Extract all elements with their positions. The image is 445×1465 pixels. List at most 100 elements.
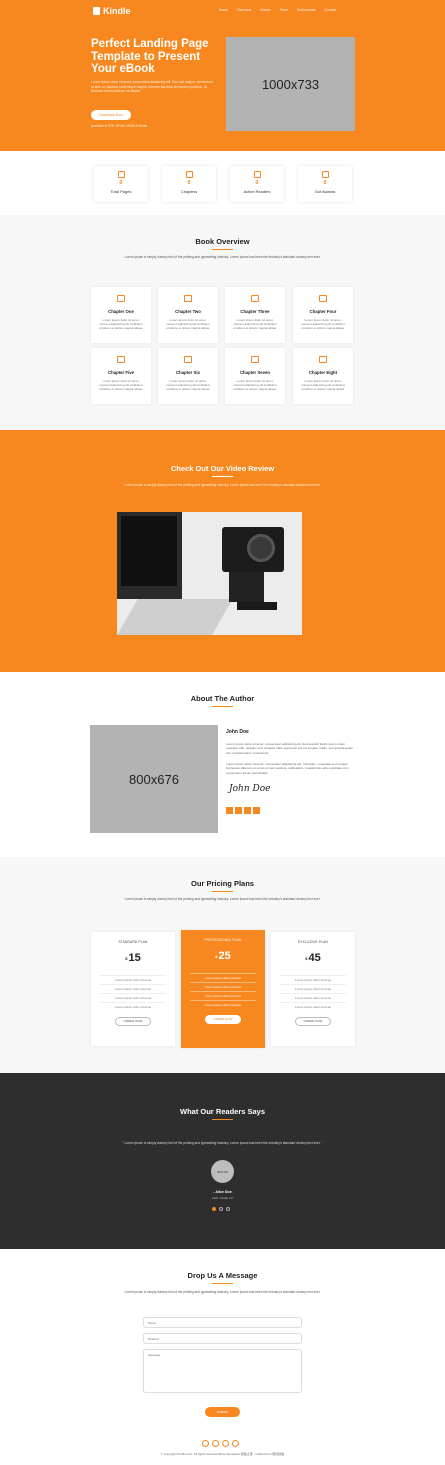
chapter-description: Lorem ipsum dolor sit amet, consect adip… [233,318,277,331]
chapter-card-three[interactable]: Chapter Three Lorem ipsum dolor sit amet… [225,287,285,343]
hero-description: Lorem ipsum dolor sit amet, consectetur … [91,80,213,94]
nav-links: Home Overview Events Team Testimonials C… [219,8,336,12]
plan-name: EXCLUSIVE PLAN [298,940,328,944]
chapter-description: Lorem ipsum dolor sit amet, consect adip… [301,379,345,392]
title-underline [212,706,233,707]
stat-label: Total Pages [110,189,132,194]
stat-value: 0 [255,180,259,186]
linkedin-icon[interactable] [222,1440,229,1447]
users-icon [253,171,261,178]
message-field[interactable] [143,1349,302,1393]
title-underline [212,1283,233,1284]
notes-icon [319,356,327,363]
chapter-card-six[interactable]: Chapter Six Lorem ipsum dolor sit amet, … [158,348,218,404]
plan-name: PROFESSIONAL PLAN [204,938,242,942]
monitor-icon [251,356,259,363]
title-underline [212,891,233,892]
section-description: Lorem Ipsum is simply dummy text of the … [124,255,321,259]
section-title: Our Pricing Plans [191,879,254,888]
download-button[interactable]: Download Now [91,110,131,120]
carousel-dot-1[interactable] [212,1207,216,1211]
chapter-card-five[interactable]: Chapter Five Lorem ipsum dolor sit amet,… [91,348,151,404]
chapter-description: Lorem ipsum dolor sit amet, consect adip… [99,379,143,392]
twitter-icon[interactable] [212,1440,219,1447]
stats-section: 0 Total Pages 0 Chapters 0 Active Reader… [0,151,445,215]
chapter-name: Chapter Two [175,309,201,314]
name-field[interactable] [143,1317,302,1328]
plan-feature: Lorem ipsum dolor sit amet [280,984,346,993]
camera-mount [229,572,264,602]
facebook-icon[interactable] [202,1440,209,1447]
chapter-card-eight[interactable]: Chapter Eight Lorem ipsum dolor sit amet… [293,348,353,404]
author-image-placeholder: 800x676 [90,725,218,833]
chapter-card-seven[interactable]: Chapter Seven Lorem ipsum dolor sit amet… [225,348,285,404]
nav-item-events[interactable]: Events [260,8,270,12]
nav-item-home[interactable]: Home [219,8,228,12]
copy-icon [319,295,327,302]
bookmark-icon [185,171,193,178]
plan-feature: Lorem ipsum dolor sit amet [100,993,166,1002]
nav-item-team[interactable]: Team [280,8,288,12]
video-review-section: Check Out Our Video Review Lorem Ipsum i… [0,430,445,672]
submit-button[interactable]: SUBMIT [205,1407,240,1417]
author-signature: John Doe [229,784,271,794]
video-player[interactable] [117,512,302,635]
order-now-button[interactable]: ORDER NOW [205,1015,241,1024]
crop-icon [184,356,192,363]
brand-name: Kindle [103,6,131,16]
author-bio-2: Lorem ipsum dolor sit amet, consectetur … [226,762,349,775]
plan-price: $15 [91,952,175,964]
section-description: Lorem Ipsum is simply dummy text of the … [124,1290,321,1294]
hero-title: Perfect Landing Page Template to Present… [91,38,209,75]
nav-item-overview[interactable]: Overview [237,8,251,12]
plan-card-professional: PROFESSIONAL PLAN $25 Lorem ipsum dolor … [181,930,265,1048]
chapter-description: Lorem ipsum dolor sit amet, consect adip… [166,318,210,331]
nav-item-testimonials[interactable]: Testimonials [297,8,316,12]
book-icon [117,171,125,178]
camera-lens [247,534,275,562]
nav-item-contact[interactable]: Contact [325,8,337,12]
reader-name: - Alice Doe [213,1190,232,1194]
author-social-links [226,807,260,814]
section-description: Lorem Ipsum is simply dummy text of the … [124,483,321,487]
chapter-card-two[interactable]: Chapter Two Lorem ipsum dolor sit amet, … [158,287,218,343]
order-now-button[interactable]: ORDER NOW [115,1017,151,1026]
plan-feature: Lorem ipsum dolor sit amet [280,993,346,1002]
plan-price: $25 [181,950,265,962]
facebook-icon[interactable] [226,807,233,814]
section-title: About The Author [190,694,255,703]
logo[interactable]: Kindle [93,6,131,16]
plan-features: Lorem ipsum dolor sit amet Lorem ipsum d… [271,975,355,1011]
chapter-card-four[interactable]: Chapter Four Lorem ipsum dolor sit amet,… [293,287,353,343]
laptop-image [117,512,182,599]
carousel-dot-2[interactable] [219,1207,223,1211]
hero-image-placeholder: 1000x733 [226,37,355,131]
email-field[interactable] [143,1333,302,1344]
twitter-icon[interactable] [235,807,242,814]
plan-features: Lorem ipsum dolor sit amet Lorem ipsum d… [181,973,265,1009]
layers-icon [251,295,259,302]
contact-section: Drop Us A Message Lorem Ipsum is simply … [0,1249,445,1430]
image-icon [184,295,192,302]
plan-price: $45 [271,952,355,964]
linkedin-icon[interactable] [244,807,251,814]
chapter-description: Lorem ipsum dolor sit amet, consect adip… [233,379,277,392]
chapter-card-one[interactable]: Chapter One Lorem ipsum dolor sit amet, … [91,287,151,343]
plan-features: Lorem ipsum dolor sit amet Lorem ipsum d… [91,975,175,1011]
chapter-name: Chapter Six [176,370,200,375]
hero-section: Kindle Home Overview Events Team Testimo… [0,0,445,151]
title-underline [212,476,233,477]
order-now-button[interactable]: ORDER NOW [295,1017,331,1026]
google-plus-icon[interactable] [232,1440,239,1447]
stat-value: 0 [187,180,191,186]
title-underline [212,1119,233,1120]
plan-feature: Lorem ipsum dolor sit amet [190,991,256,1000]
laptop-screen [121,516,177,586]
reader-role: CEO, Kindle Inc [211,1196,234,1200]
plan-name: STANDARD PLAN [118,940,148,944]
carousel-dot-3[interactable] [226,1207,230,1211]
price-value: 15 [128,952,141,964]
stat-card-active-readers: 0 Active Readers [230,166,284,202]
stat-label: Chapters [180,189,198,194]
google-plus-icon[interactable] [253,807,260,814]
